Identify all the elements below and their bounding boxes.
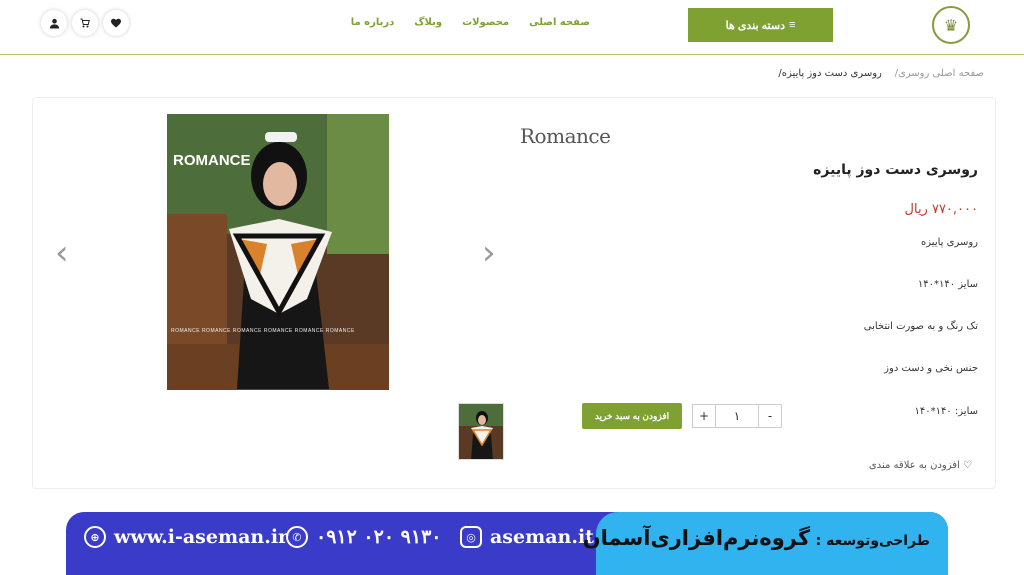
banner-website[interactable]: ⊕ www.i-aseman.ir xyxy=(84,526,288,548)
image-brand-text: ROMANCE xyxy=(173,152,251,169)
banner-instagram[interactable]: ◎ aseman.it xyxy=(460,526,594,548)
categories-button[interactable]: ≡ دسته بندی ها xyxy=(688,8,833,42)
phone-icon: ✆ xyxy=(286,526,308,548)
banner-instagram-text: aseman.it xyxy=(490,526,594,548)
quantity-value[interactable]: ۱ xyxy=(715,405,759,427)
nav-about[interactable]: درباره ما xyxy=(351,17,395,28)
product-desc-line-4: جنس نخی و دست دوز xyxy=(884,363,978,374)
wishlist-label: افزودن به علاقه مندی xyxy=(868,460,960,471)
add-to-cart-button[interactable]: افزودن به سبد خرید xyxy=(582,403,682,429)
breadcrumb: صفحه اصلی روسری/ روسری دست دوز پاییزه/ xyxy=(600,68,984,79)
product-main-image[interactable]: ROMANCE ROMANCE ROMANCE ROMANCE ROMANCE … xyxy=(167,114,389,390)
site-logo[interactable]: ♛ xyxy=(932,6,970,44)
gallery-next-arrow[interactable]: › xyxy=(482,236,496,270)
product-thumbnail[interactable] xyxy=(458,403,504,460)
developer-credit: طراحی‌وتوسعه : گروه‌نرم‌افزاری‌آسمان xyxy=(583,526,930,550)
quantity-stepper: + ۱ - xyxy=(692,404,782,428)
size-label: سایز: ۱۴۰*۱۴۰ xyxy=(914,406,978,417)
credit-name: گروه‌نرم‌افزاری‌آسمان xyxy=(582,526,811,550)
cart-icon[interactable] xyxy=(72,10,98,36)
image-strip-text: ROMANCE ROMANCE ROMANCE ROMANCE ROMANCE … xyxy=(171,328,355,334)
product-desc-line-2: سایز ۱۴۰*۱۴۰ xyxy=(917,279,978,290)
heart-icon[interactable] xyxy=(103,10,129,36)
quantity-increase-button[interactable]: + xyxy=(693,405,715,427)
product-price: ۷۷۰,۰۰۰ ریال xyxy=(904,202,978,217)
nav-home[interactable]: صفحه اصلی xyxy=(529,17,590,28)
breadcrumb-current: روسری دست دوز پاییزه/ xyxy=(778,68,882,79)
banner-phone-text: ۰۹۱۲ ۰۲۰ ۹۱۳۰ xyxy=(316,526,442,548)
product-desc-line-1: روسری پاییزه xyxy=(921,237,978,248)
main-nav: صفحه اصلی محصولات وبلاگ درباره ما xyxy=(351,17,590,28)
wishlist-heart-icon: ♡ xyxy=(963,460,972,471)
gallery-prev-arrow[interactable]: ‹ xyxy=(55,236,69,270)
breadcrumb-parent[interactable]: روسری/ xyxy=(895,68,930,79)
user-icon[interactable] xyxy=(41,10,67,36)
nav-blog[interactable]: وبلاگ xyxy=(414,17,442,28)
menu-icon: ≡ xyxy=(788,19,796,31)
globe-icon: ⊕ xyxy=(84,526,106,548)
banner-website-text: www.i-aseman.ir xyxy=(114,526,289,548)
breadcrumb-home[interactable]: صفحه اصلی xyxy=(933,68,984,79)
add-to-wishlist[interactable]: ♡ افزودن به علاقه مندی xyxy=(800,460,972,471)
nav-products[interactable]: محصولات xyxy=(462,17,509,28)
product-title: روسری دست دوز پاییزه xyxy=(813,162,978,178)
quantity-decrease-button[interactable]: - xyxy=(759,405,781,427)
credit-prefix: طراحی‌وتوسعه : xyxy=(815,533,930,549)
brand-name: Romance xyxy=(520,124,611,148)
site-header: ♛ ≡ دسته بندی ها صفحه اصلی محصولات وبلاگ… xyxy=(0,0,1024,55)
instagram-icon: ◎ xyxy=(460,526,482,548)
product-desc-line-3: تک رنگ و به صورت انتخابی xyxy=(863,321,978,332)
banner-phone[interactable]: ✆ ۰۹۱۲ ۰۲۰ ۹۱۳۰ xyxy=(286,526,442,548)
categories-label: دسته بندی ها xyxy=(725,19,785,32)
